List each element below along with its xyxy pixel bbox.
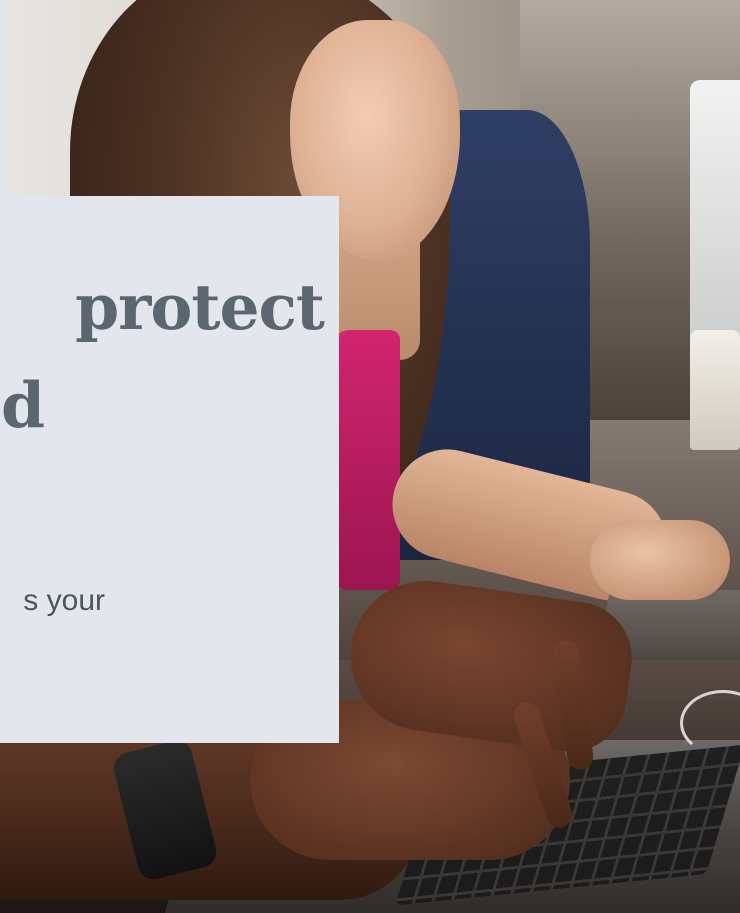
photo-background-cup [690, 330, 740, 450]
headline: protect d [0, 258, 325, 454]
photo-woman-top [330, 330, 400, 590]
headline-line-1: protect [75, 270, 325, 344]
body-text: s your [23, 584, 105, 617]
content-card: protect d s your [0, 196, 339, 743]
photo-woman-hand [590, 520, 730, 600]
page-edge-strip [0, 0, 8, 196]
hero-section: protect d s your [0, 0, 740, 913]
headline-line-2: d [0, 368, 45, 442]
